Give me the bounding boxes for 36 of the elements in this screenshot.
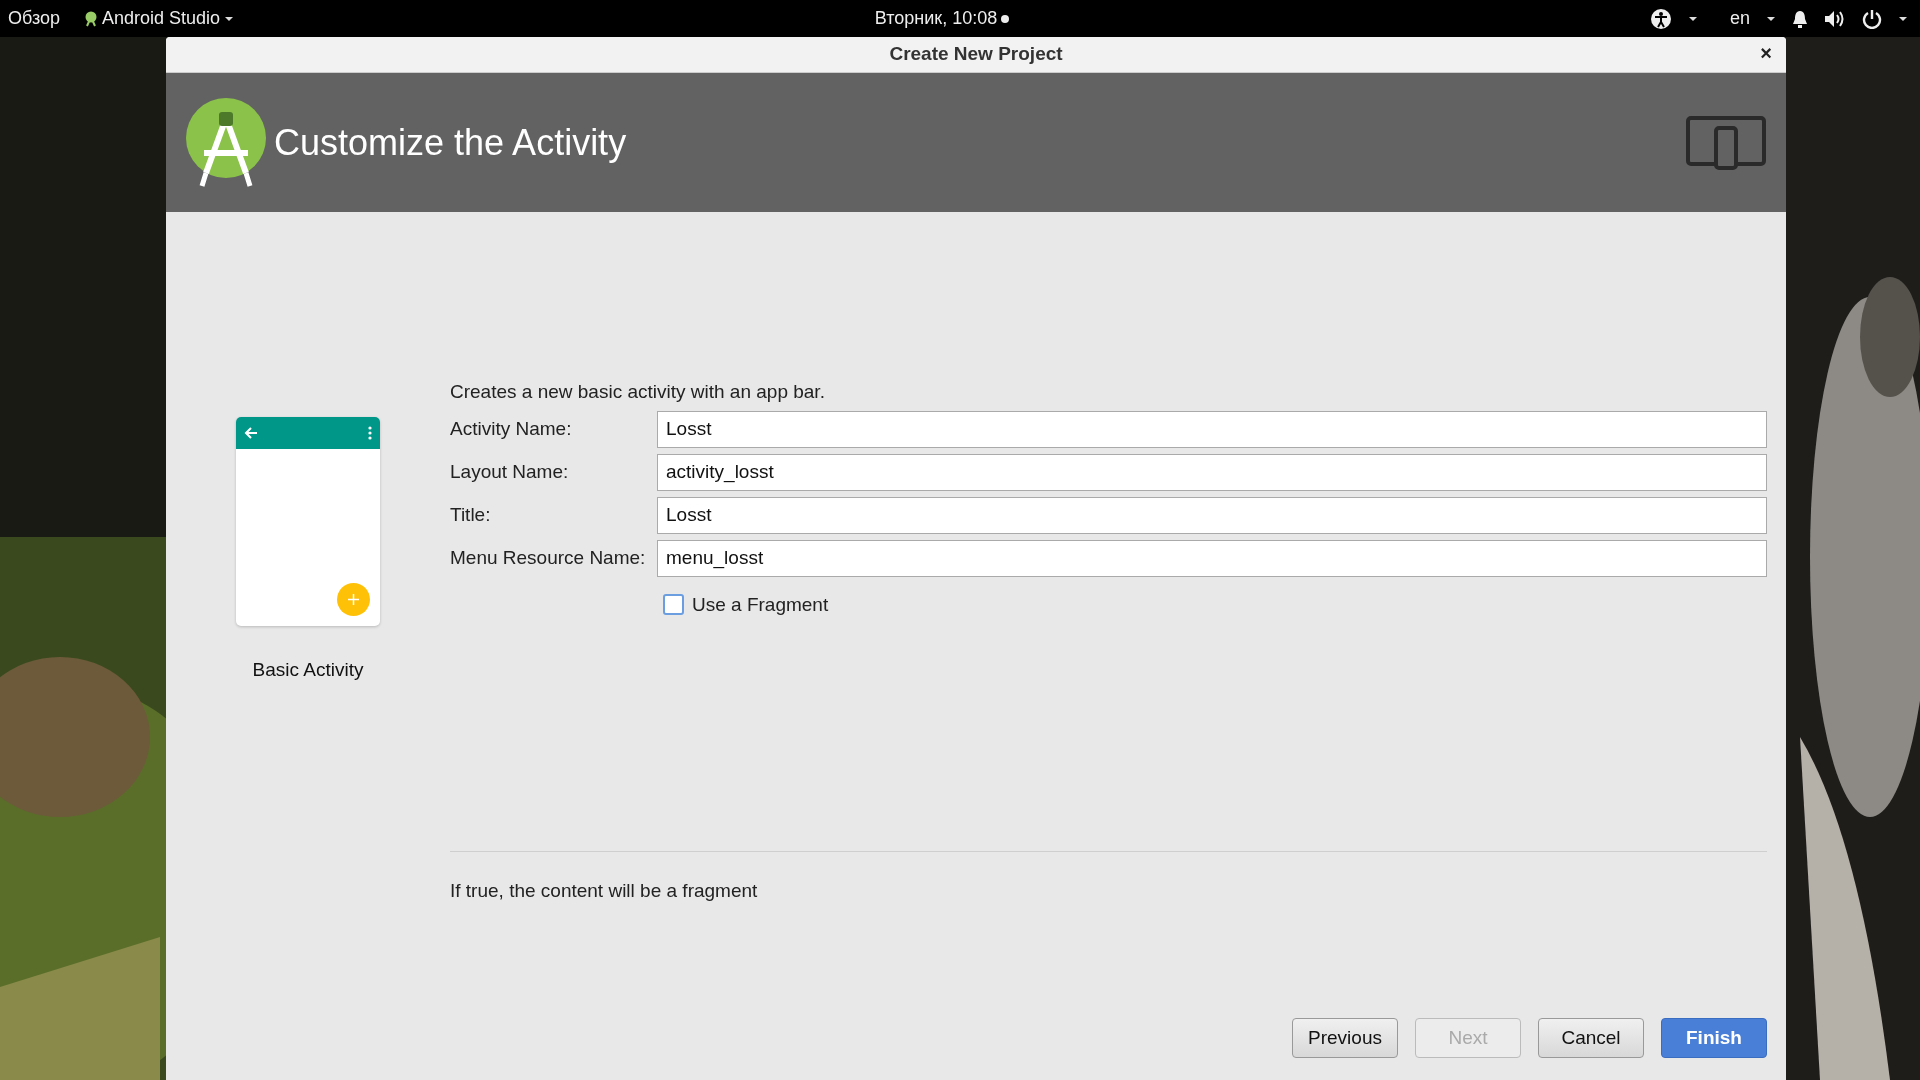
app-menu[interactable]: Android Studio — [102, 5, 221, 32]
window-title: Create New Project — [889, 42, 1063, 67]
input-field[interactable]: menu_losst — [657, 539, 1767, 577]
dot-icon — [1001, 14, 1010, 23]
field-label: Title: — [450, 502, 492, 527]
field-label: Menu Resource Name: — [450, 545, 647, 570]
description-text: Creates a new basic activity with an app bar. — [450, 380, 826, 404]
checkbox-label: Use a Fragment — [692, 592, 829, 617]
caret-icon — [1766, 15, 1776, 22]
template-name: Basic Activity — [252, 658, 364, 682]
input-field[interactable]: activity_losst — [657, 453, 1767, 491]
input-field[interactable]: Losst — [657, 410, 1767, 448]
input-field[interactable]: Losst — [657, 496, 1767, 534]
header-title: Customize the Activity — [274, 120, 628, 165]
activities-button[interactable]: Обзор — [8, 5, 60, 32]
bell-icon — [1792, 8, 1808, 29]
overflow-menu-icon — [368, 426, 372, 440]
field-label: Layout Name: — [450, 459, 570, 484]
caret-icon — [1687, 15, 1698, 22]
power-icon — [1862, 8, 1882, 29]
accessibility-icon — [1649, 7, 1672, 30]
android-icon — [84, 10, 98, 27]
clock[interactable]: Вторник, 10:08 — [874, 5, 998, 32]
dialog-button[interactable]: Cancel — [1538, 1018, 1644, 1058]
help-text: If true, the content will be a fragment — [450, 879, 759, 903]
close-button[interactable]: × — [1756, 41, 1776, 65]
back-arrow-icon — [244, 426, 258, 440]
caret-icon — [224, 15, 235, 22]
dialog-button[interactable]: Previous — [1292, 1018, 1398, 1058]
devices-icon — [1686, 115, 1766, 170]
caret-icon — [1898, 15, 1908, 22]
add-button-icon — [337, 583, 370, 616]
keyboard-layout[interactable]: en — [1729, 5, 1750, 32]
field-label: Activity Name: — [450, 416, 573, 441]
checkbox[interactable] — [663, 594, 684, 616]
finish-button[interactable]: Finish — [1661, 1018, 1767, 1058]
